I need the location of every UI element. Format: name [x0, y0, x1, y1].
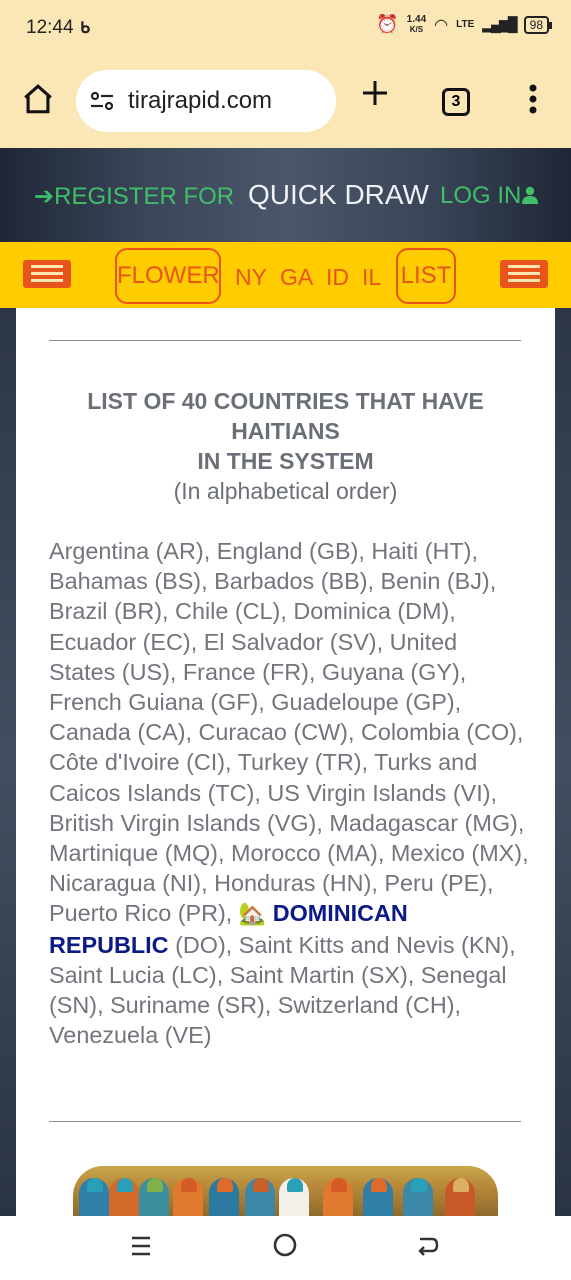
list-title: LIST OF 40 COUNTRIES THAT HAVE HAITIANS … — [16, 386, 555, 476]
back-icon — [418, 1237, 439, 1256]
home-nav-button[interactable] — [272, 1232, 298, 1265]
home-icon — [24, 84, 52, 114]
circle-home-icon — [273, 1233, 297, 1257]
tab-switcher-button[interactable]: 3 — [442, 88, 470, 116]
menu-lines-icon — [132, 1236, 150, 1256]
nav-ga[interactable]: GA — [280, 264, 313, 291]
countries-text-part1: Argentina (AR), England (GB), Haiti (HT)… — [49, 538, 529, 927]
site-navbar: FLOWER NY GA ID IL LIST — [0, 242, 571, 308]
status-time: 12:44 — [26, 17, 74, 38]
left-menu-button[interactable] — [23, 260, 71, 288]
back-button[interactable] — [416, 1232, 440, 1264]
countries-list: Argentina (AR), England (GB), Haiti (HT)… — [49, 536, 529, 1050]
nav-ny[interactable]: NY — [235, 264, 267, 291]
divider-top — [49, 340, 521, 341]
nav-il[interactable]: IL — [362, 264, 381, 291]
house-icon: 🏡 — [238, 901, 267, 927]
status-bar: 12:44 ᑲ ⏰ 1.44 K/S ◠ LTE ▂▄▆█ 98 — [0, 0, 571, 56]
title-line-3: IN THE SYSTEM — [197, 448, 374, 474]
more-vert-icon — [529, 84, 537, 114]
wifi-icon: ◠ — [434, 16, 449, 34]
signal-icon: ▂▄▆█ — [482, 16, 517, 32]
speed-unit: K/S — [409, 24, 424, 34]
login-link[interactable]: LOG IN — [440, 182, 539, 210]
register-link[interactable]: ➔REGISTER FOR — [34, 182, 234, 211]
user-icon — [522, 186, 539, 204]
browser-toolbar: tirajrapid.com 3 — [0, 56, 571, 148]
site-title: QUICK DRAW — [248, 179, 429, 210]
page-background-left — [0, 308, 16, 1216]
home-button[interactable] — [20, 82, 56, 118]
nav-flower[interactable]: FLOWER — [115, 248, 221, 304]
alarm-icon: ⏰ — [376, 14, 399, 34]
content-card: LIST OF 40 COUNTRIES THAT HAVE HAITIANS … — [16, 308, 555, 1216]
plus-icon — [363, 81, 387, 105]
list-subtitle: (In alphabetical order) — [173, 478, 398, 504]
register-label: REGISTER FOR — [54, 183, 235, 210]
system-nav-bar — [0, 1216, 571, 1280]
title-line-1: LIST OF 40 COUNTRIES THAT HAVE — [87, 388, 484, 414]
url-text[interactable]: tirajrapid.com — [128, 87, 272, 115]
battery-indicator: 98 — [523, 15, 553, 34]
address-bar[interactable]: tirajrapid.com — [76, 70, 336, 132]
login-label: LOG IN — [440, 182, 522, 209]
speed-value: 1.44 — [406, 13, 427, 25]
nav-list[interactable]: LIST — [396, 248, 456, 304]
new-tab-button[interactable] — [360, 76, 390, 116]
recent-apps-button[interactable] — [130, 1232, 152, 1264]
right-menu-button[interactable] — [500, 260, 548, 288]
notification-icon: ᑲ — [80, 20, 91, 37]
page-background-right — [555, 308, 571, 1216]
network-type: LTE — [456, 19, 475, 30]
sign-in-icon: ➔ — [34, 183, 55, 210]
nav-id[interactable]: ID — [326, 264, 349, 291]
divider-bottom — [49, 1121, 521, 1122]
tune-icon[interactable] — [89, 90, 114, 112]
title-line-2: HAITIANS — [231, 418, 340, 444]
status-icons: ⏰ 1.44 K/S ◠ LTE ▂▄▆█ 98 — [376, 13, 553, 35]
site-header: ➔REGISTER FOR QUICK DRAW LOG IN — [0, 148, 571, 242]
network-speed: 1.44 K/S — [406, 13, 427, 35]
browser-menu-button[interactable] — [523, 84, 543, 120]
painting-image — [73, 1166, 498, 1216]
